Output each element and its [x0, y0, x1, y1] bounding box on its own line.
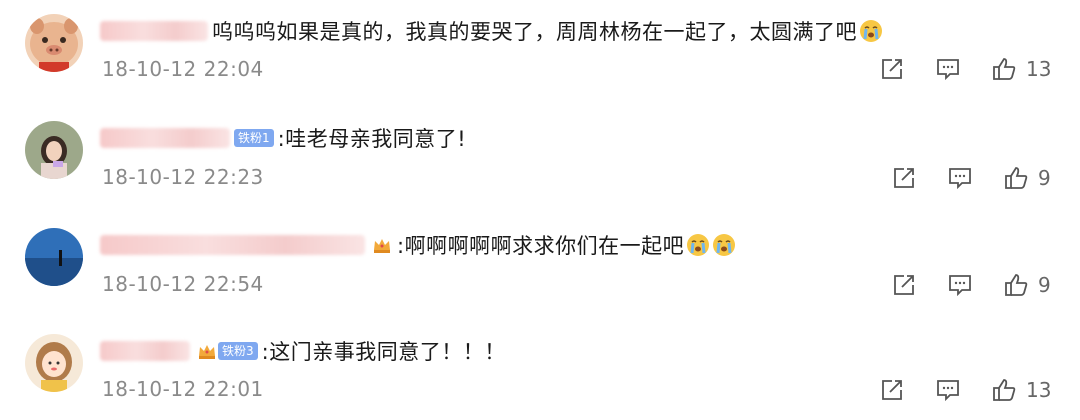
comment-icon[interactable]	[946, 164, 974, 192]
timestamp: 18-10-12 22:54	[102, 272, 264, 296]
comment-item: :啊啊啊啊啊求求你们在一起吧 18-10-12 22:54 9	[0, 214, 1080, 314]
crying-face-icon	[686, 233, 710, 257]
comment-actions: 13	[878, 375, 1051, 405]
thumbs-up-icon[interactable]	[1002, 271, 1030, 299]
thumbs-up-icon[interactable]	[1002, 164, 1030, 192]
comment-item: 铁粉1 :哇老母亲我同意了! 18-10-12 22:23 9	[0, 107, 1080, 207]
comment-item: 铁粉3 :这门亲事我同意了！！！ 18-10-12 22:01 13	[0, 320, 1080, 420]
comment-text: :这门亲事我同意了！！！	[261, 340, 506, 364]
crying-face-icon	[859, 19, 883, 43]
like-count: 13	[1026, 57, 1052, 81]
fan-level-badge: 铁粉1	[234, 129, 274, 147]
comment-text: :哇老母亲我同意了!	[277, 127, 467, 151]
comment-actions: 9	[890, 270, 1051, 300]
comment-actions: 9	[890, 163, 1051, 193]
share-icon[interactable]	[890, 164, 918, 192]
thumbs-up-icon[interactable]	[990, 376, 1018, 404]
avatar[interactable]	[25, 228, 83, 286]
share-icon[interactable]	[890, 271, 918, 299]
comment-header: 铁粉1 :哇老母亲我同意了!	[100, 121, 466, 155]
crown-icon	[371, 234, 393, 256]
fan-level-badge: 铁粉3	[218, 342, 258, 360]
comment-header: 呜呜呜如果是真的，我真的要哭了，周周林杨在一起了，太圆满了吧	[100, 14, 883, 48]
comment-text: 呜呜呜如果是真的，我真的要哭了，周周林杨在一起了，太圆满了吧	[212, 20, 857, 44]
comment-header: :啊啊啊啊啊求求你们在一起吧	[100, 228, 736, 262]
timestamp: 18-10-12 22:04	[102, 57, 264, 81]
crying-face-icon	[712, 233, 736, 257]
avatar[interactable]	[25, 334, 83, 392]
timestamp: 18-10-12 22:23	[102, 165, 264, 189]
comment-text: :啊啊啊啊啊求求你们在一起吧	[397, 234, 685, 258]
share-icon[interactable]	[878, 376, 906, 404]
comment-icon[interactable]	[934, 376, 962, 404]
timestamp: 18-10-12 22:01	[102, 377, 264, 401]
comment-icon[interactable]	[946, 271, 974, 299]
like-count: 9	[1038, 166, 1051, 190]
username-blurred[interactable]	[100, 21, 208, 41]
share-icon[interactable]	[878, 55, 906, 83]
avatar[interactable]	[25, 121, 83, 179]
like-count: 13	[1026, 378, 1052, 402]
username-blurred[interactable]	[100, 235, 365, 255]
comment-actions: 13	[878, 54, 1051, 84]
crown-icon	[196, 340, 218, 362]
username-blurred[interactable]	[100, 128, 230, 148]
avatar[interactable]	[25, 14, 83, 72]
like-count: 9	[1038, 273, 1051, 297]
comment-icon[interactable]	[934, 55, 962, 83]
comment-header: 铁粉3 :这门亲事我同意了！！！	[100, 334, 506, 368]
thumbs-up-icon[interactable]	[990, 55, 1018, 83]
username-blurred[interactable]	[100, 341, 190, 361]
comment-item: 呜呜呜如果是真的，我真的要哭了，周周林杨在一起了，太圆满了吧 18-10-12 …	[0, 0, 1080, 100]
